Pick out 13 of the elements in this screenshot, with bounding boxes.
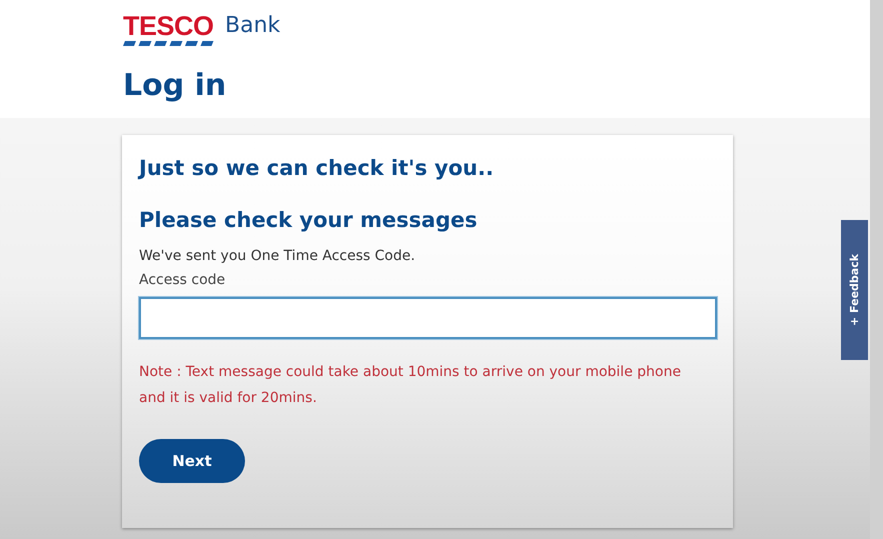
message-text: We've sent you One Time Access Code. — [139, 247, 416, 265]
page-title: Log in — [123, 68, 228, 104]
logo-suffix: Bank — [225, 12, 280, 40]
next-button[interactable]: Next — [139, 439, 245, 483]
logo-wordmark: TESCO — [123, 12, 215, 40]
stripes-icon — [123, 41, 215, 46]
card-heading: Just so we can check it's you.. — [139, 155, 494, 182]
note-text: Note : Text message could take about 10mins to arrive on your mobile phone and it is valid for 20mins. — [139, 363, 682, 408]
card-subheading: Please check your messages — [139, 207, 478, 234]
scrollbar[interactable] — [870, 0, 883, 539]
field-label: Access code — [139, 271, 226, 289]
feedback-tab[interactable]: + Feedback — [841, 220, 868, 360]
access-code-field[interactable] — [139, 297, 717, 339]
